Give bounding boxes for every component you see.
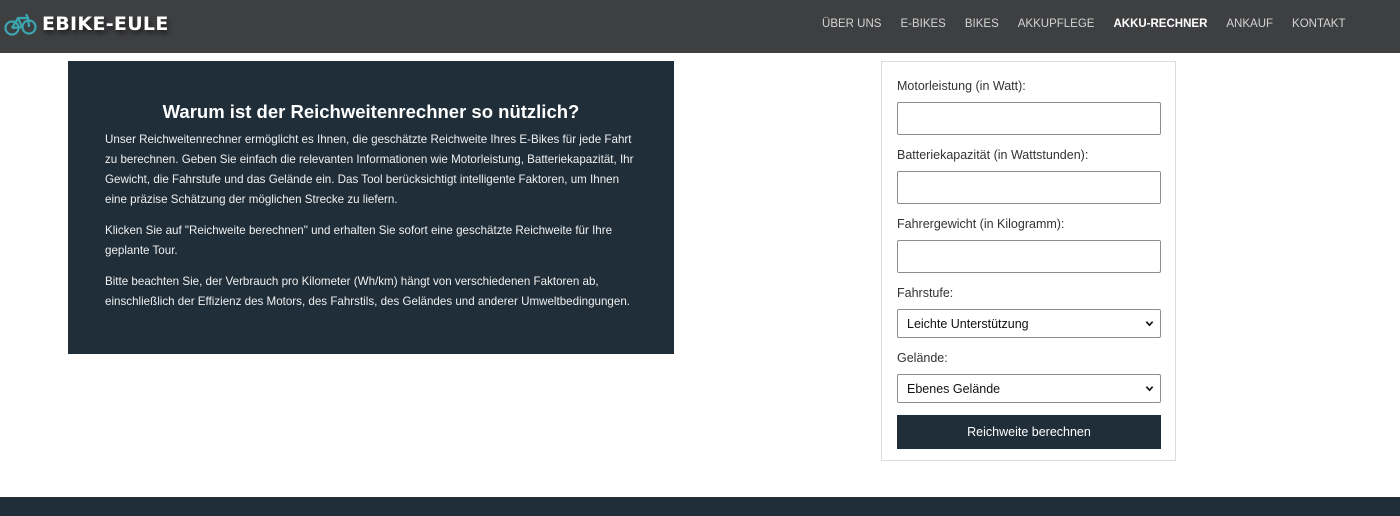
- info-title: Warum ist der Reichweitenrechner so nütz…: [162, 101, 580, 122]
- range-calculator-form: Motorleistung (in Watt): Batteriekapazit…: [881, 61, 1176, 461]
- level-label: Fahrstufe:: [897, 286, 954, 300]
- level-field-group: Fahrstufe: Leichte Unterstützung: [897, 285, 1161, 338]
- main-nav: ÜBER UNS E-BIKES BIKES AKKUPFLEGE AKKU-R…: [813, 0, 1355, 48]
- battery-field-group: Batteriekapazität (in Wattstunden):: [897, 147, 1161, 204]
- info-paragraph: Unser Reichweitenrechner ermöglicht es I…: [105, 133, 634, 206]
- nav-item-ankauf[interactable]: ANKAUF: [1217, 18, 1283, 30]
- bicycle-icon: [4, 13, 37, 36]
- motor-field-group: Motorleistung (in Watt):: [897, 78, 1161, 135]
- nav-item-kontakt[interactable]: KONTAKT: [1283, 18, 1355, 30]
- terrain-selected-value: Ebenes Gelände: [907, 381, 1001, 396]
- battery-label: Batteriekapazität (in Wattstunden):: [897, 148, 1089, 162]
- info-panel: Warum ist der Reichweitenrechner so nütz…: [68, 61, 674, 354]
- weight-input[interactable]: [897, 240, 1161, 273]
- level-select[interactable]: Leichte Unterstützung: [897, 309, 1161, 338]
- terrain-label: Gelände:: [897, 351, 948, 365]
- motor-input[interactable]: [897, 102, 1161, 135]
- terrain-field-group: Gelände: Ebenes Gelände: [897, 350, 1161, 403]
- calculate-range-button[interactable]: Reichweite berechnen: [897, 415, 1161, 449]
- nav-item-akkupflege[interactable]: AKKUPFLEGE: [1008, 18, 1104, 30]
- chevron-down-icon: [1145, 321, 1154, 327]
- site-logo[interactable]: EBIKE-EULE: [4, 9, 169, 39]
- site-header: EBIKE-EULE ÜBER UNS E-BIKES BIKES AKKUPF…: [0, 0, 1400, 53]
- nav-item-e-bikes[interactable]: E-BIKES: [891, 18, 955, 30]
- nav-item-bikes[interactable]: BIKES: [955, 18, 1008, 30]
- logo-text: EBIKE-EULE: [42, 13, 169, 35]
- info-paragraph: Bitte beachten Sie, der Verbrauch pro Ki…: [105, 275, 631, 308]
- level-selected-value: Leichte Unterstützung: [907, 316, 1029, 331]
- motor-label: Motorleistung (in Watt):: [897, 79, 1026, 93]
- weight-label: Fahrergewicht (in Kilogramm):: [897, 217, 1065, 231]
- nav-item-ueber-uns[interactable]: ÜBER UNS: [813, 18, 891, 30]
- chevron-down-icon: [1145, 386, 1154, 392]
- site-footer: [0, 497, 1400, 516]
- battery-input[interactable]: [897, 171, 1161, 204]
- weight-field-group: Fahrergewicht (in Kilogramm):: [897, 216, 1161, 273]
- nav-item-akku-rechner[interactable]: AKKU-RECHNER: [1104, 18, 1217, 30]
- terrain-select[interactable]: Ebenes Gelände: [897, 374, 1161, 403]
- info-paragraph: Klicken Sie auf "Reichweite berechnen" u…: [105, 224, 613, 257]
